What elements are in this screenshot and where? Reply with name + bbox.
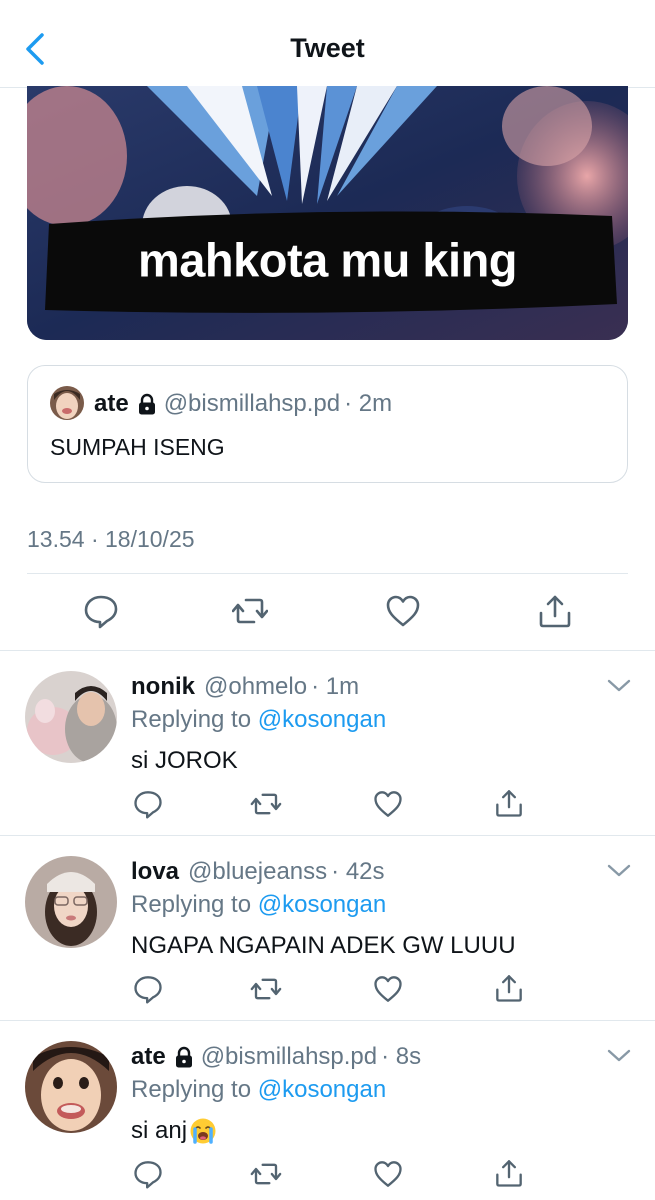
- comment-icon: [134, 976, 162, 1004]
- chevron-down-icon[interactable]: [606, 1047, 632, 1065]
- heart-icon: [386, 595, 420, 627]
- chevron-down-icon[interactable]: [606, 677, 632, 695]
- reply-button[interactable]: [133, 789, 163, 819]
- heart-icon: [374, 791, 402, 817]
- retweet-button[interactable]: [250, 974, 282, 1004]
- username: @bismillahsp.pd: [200, 1043, 378, 1070]
- tweet-media-image[interactable]: mahkota mu king: [27, 86, 628, 340]
- chevron-down-icon[interactable]: [606, 862, 632, 880]
- username: @bluejeanss: [188, 858, 328, 885]
- retweet-button[interactable]: [231, 593, 269, 629]
- reply-text: NGAPA NGAPAIN ADEK GW LUUU: [131, 932, 516, 959]
- tweet-time: · 42s: [331, 858, 385, 885]
- quoted-tweet-card[interactable]: ate @bismillahsp.pd · 2m SUMPAH ISENG: [27, 365, 628, 483]
- share-button[interactable]: [494, 1158, 524, 1188]
- comment-icon: [134, 791, 162, 819]
- display-name: lova: [131, 858, 180, 885]
- replying-to: Replying to @kosongan: [131, 891, 386, 919]
- heart-icon: [374, 1161, 402, 1187]
- reply-button[interactable]: [133, 1159, 163, 1189]
- avatar: [25, 671, 117, 763]
- media-picture: [27, 86, 628, 340]
- comment-icon: [134, 1161, 162, 1189]
- share-button[interactable]: [494, 973, 524, 1003]
- page-title: Tweet: [290, 33, 365, 63]
- reply-button[interactable]: [83, 593, 119, 629]
- tweet-time: · 1m: [311, 673, 360, 700]
- quoted-tweet-text: SUMPAH ISENG: [50, 434, 225, 460]
- loudly-crying-face-icon: [190, 1118, 216, 1144]
- display-name: ate: [131, 1043, 166, 1070]
- retweet-icon: [250, 793, 282, 815]
- avatar: [25, 1041, 117, 1133]
- divider: [27, 573, 628, 574]
- lock-icon: [175, 1046, 192, 1068]
- share-icon: [496, 1160, 522, 1187]
- reply-tweet[interactable]: lova @bluejeanss · 42s Replying to @koso…: [0, 836, 655, 1020]
- like-button[interactable]: [373, 974, 403, 1004]
- share-icon: [539, 595, 571, 628]
- reply-tweet[interactable]: nonik @ohmelo · 1m Replying to @kosongan…: [0, 651, 655, 835]
- replying-to: Replying to @kosongan: [131, 706, 386, 734]
- heart-icon: [374, 976, 402, 1002]
- username: @ohmelo: [204, 673, 308, 700]
- comment-icon: [84, 595, 118, 629]
- share-button[interactable]: [494, 788, 524, 818]
- reply-header: lova @bluejeanss · 42s: [131, 858, 385, 886]
- avatar: [25, 856, 117, 948]
- reply-header: ate @bismillahsp.pd · 8s: [131, 1043, 421, 1071]
- tweet-time: · 8s: [381, 1043, 422, 1070]
- display-name: nonik: [131, 673, 195, 700]
- retweet-button[interactable]: [250, 1159, 282, 1189]
- share-button[interactable]: [537, 593, 573, 629]
- like-button[interactable]: [385, 593, 421, 629]
- retweet-icon: [231, 598, 269, 624]
- reply-header: nonik @ohmelo · 1m: [131, 673, 359, 701]
- replying-to-label: Replying to: [131, 891, 252, 918]
- reply-text-content: si anj: [131, 1117, 188, 1144]
- reply-button[interactable]: [133, 974, 163, 1004]
- username: @bismillahsp.pd: [163, 390, 341, 417]
- share-icon: [496, 790, 522, 817]
- like-button[interactable]: [373, 1159, 403, 1189]
- replying-to-label: Replying to: [131, 1076, 252, 1103]
- share-icon: [496, 975, 522, 1002]
- replying-to: Replying to @kosongan: [131, 1076, 386, 1104]
- retweet-icon: [250, 1163, 282, 1185]
- reply-tweet[interactable]: ate @bismillahsp.pd · 8s Replying to @ko…: [0, 1021, 655, 1200]
- retweet-icon: [250, 978, 282, 1000]
- reply-text: si JOROK: [131, 747, 238, 774]
- mention-link[interactable]: @kosongan: [258, 891, 386, 918]
- like-button[interactable]: [373, 789, 403, 819]
- avatar: [50, 386, 84, 420]
- reply-text: si anj: [131, 1117, 217, 1145]
- quoted-tweet-header: ate @bismillahsp.pd · 2m: [94, 390, 392, 418]
- tweet-timestamp: 13.54 · 18/10/25: [27, 526, 195, 552]
- replying-to-label: Replying to: [131, 706, 252, 733]
- nav-bar: Tweet: [0, 0, 655, 88]
- retweet-button[interactable]: [250, 789, 282, 819]
- media-caption: mahkota mu king: [137, 233, 518, 287]
- lock-icon: [138, 393, 155, 415]
- display-name: ate: [94, 390, 129, 417]
- tweet-time: · 2m: [344, 390, 393, 417]
- mention-link[interactable]: @kosongan: [258, 706, 386, 733]
- mention-link[interactable]: @kosongan: [258, 1076, 386, 1103]
